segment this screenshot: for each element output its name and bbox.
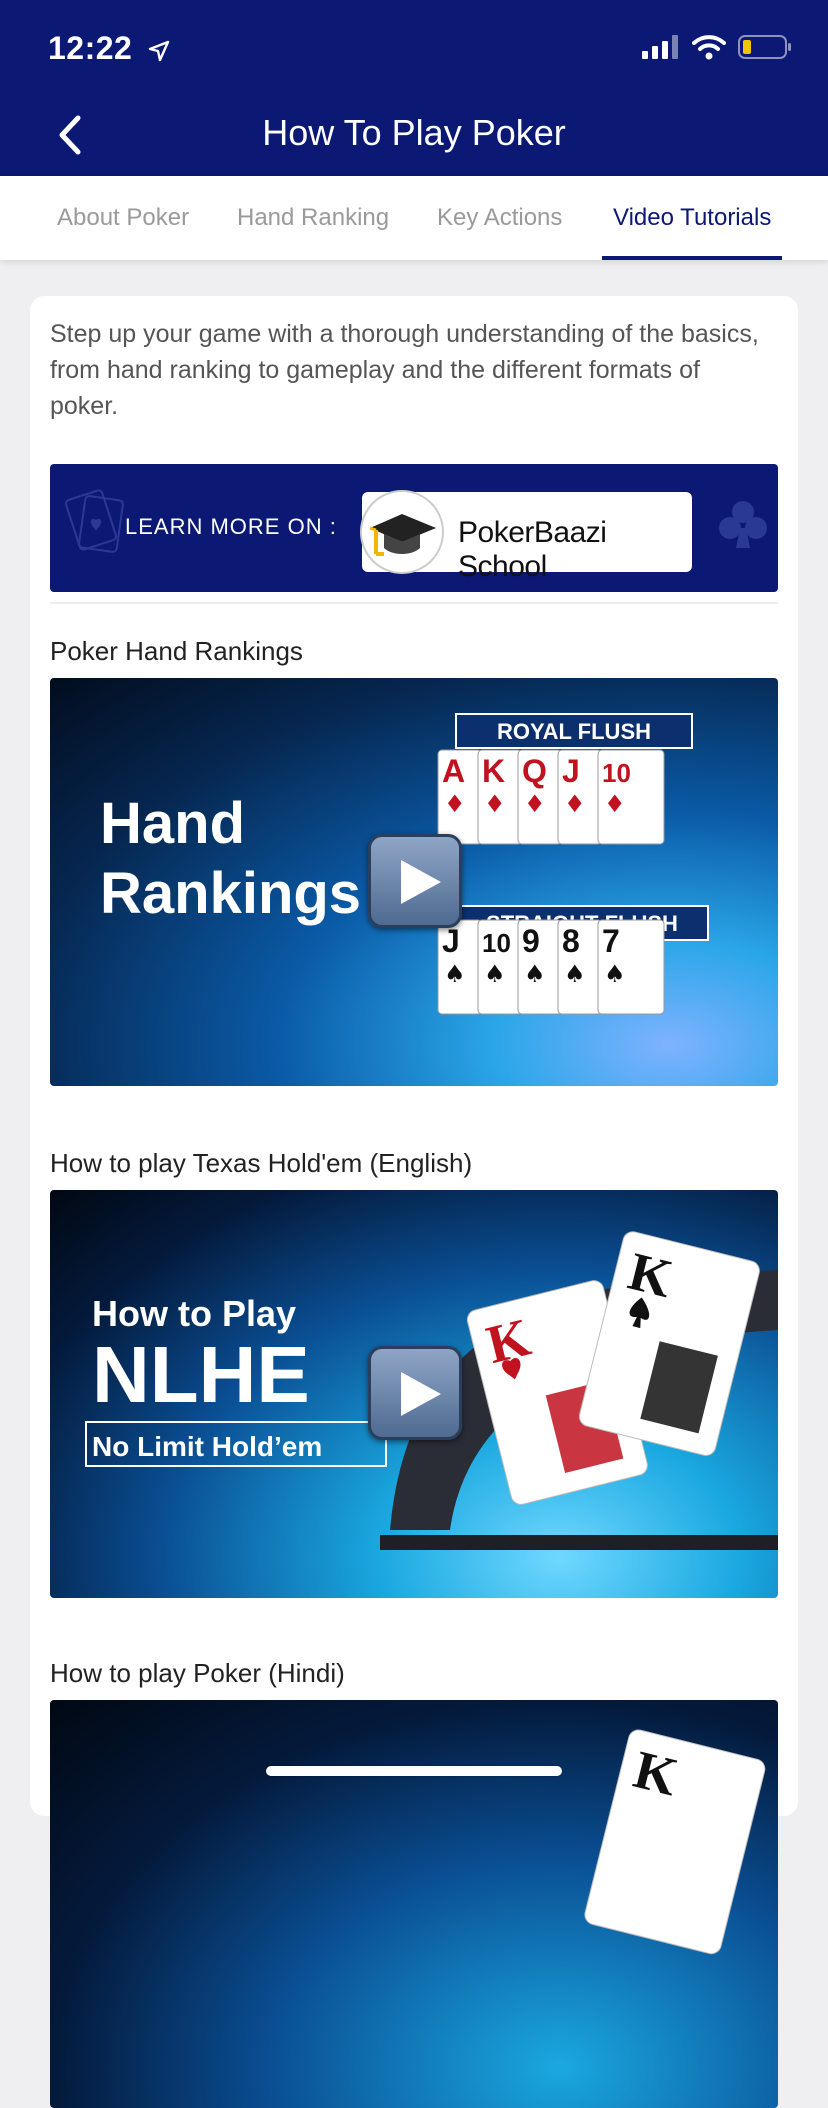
thumb-line2: Rankings bbox=[100, 861, 361, 926]
pokerbaazi-school-banner[interactable]: LEARN MORE ON : PokerBaazi School bbox=[50, 464, 778, 592]
divider bbox=[50, 602, 778, 604]
video-thumbnail-texas-holdem[interactable]: How to Play NLHE No Limit Hold’em K K bbox=[50, 1190, 778, 1598]
school-brand-name: PokerBaazi School bbox=[458, 516, 607, 583]
thumb-card-rank: Q bbox=[522, 753, 547, 789]
status-time: 12:22 bbox=[48, 30, 170, 67]
video-title-hand-rankings: Poker Hand Rankings bbox=[50, 636, 303, 666]
club-watermark-icon bbox=[719, 501, 767, 548]
video-thumbnail-hand-rankings[interactable]: Hand Rankings ROYAL FLUSH A♦K♦Q♦J♦10♦ ST… bbox=[50, 678, 778, 1086]
thumbnail-graphic: K bbox=[584, 1729, 766, 1955]
cellular-signal-icon bbox=[642, 35, 678, 59]
thumb-tag-royal-flush: ROYAL FLUSH bbox=[497, 719, 651, 744]
play-icon bbox=[401, 860, 441, 904]
tab-bar: About Poker Hand Ranking Key Actions Vid… bbox=[0, 176, 828, 260]
content-card: Step up your game with a thorough unders… bbox=[30, 296, 798, 2108]
thumb-line2: NLHE bbox=[92, 1330, 310, 1419]
spade-icon: ♠ bbox=[604, 960, 626, 988]
thumb-card-rank: K bbox=[482, 753, 505, 789]
intro-text: Step up your game with a thorough unders… bbox=[50, 320, 759, 420]
page-title: How To Play Poker bbox=[262, 112, 566, 153]
card-watermark-icon bbox=[64, 489, 124, 553]
diamond-icon: ♦ bbox=[564, 790, 586, 818]
diamond-icon: ♦ bbox=[444, 790, 466, 818]
banner-learn-more-text: LEARN MORE ON : bbox=[125, 514, 337, 539]
spade-icon: ♠ bbox=[484, 960, 506, 988]
battery-icon bbox=[738, 35, 791, 59]
thumb-card-rank: A bbox=[442, 753, 465, 789]
school-logo bbox=[360, 490, 444, 574]
app-header: 12:22 How To Play Poker bbox=[0, 0, 828, 176]
status-indicators bbox=[642, 34, 792, 60]
tab-video-tutorials[interactable]: Video Tutorials bbox=[613, 176, 771, 260]
thumb-card-rank: 7 bbox=[602, 923, 620, 959]
school-logo-box: PokerBaazi School bbox=[360, 490, 692, 583]
play-icon bbox=[401, 1372, 441, 1416]
video-title-poker-hindi: How to play Poker (Hindi) bbox=[50, 1658, 345, 1688]
thumb-card-rank: J bbox=[442, 923, 460, 959]
active-tab-indicator bbox=[602, 256, 782, 260]
tab-key-actions[interactable]: Key Actions bbox=[437, 176, 562, 260]
graduation-cap-icon bbox=[369, 514, 436, 556]
thumb-line3: No Limit Hold’em bbox=[92, 1431, 322, 1462]
spade-icon: ♠ bbox=[444, 960, 466, 988]
video-title-texas-holdem: How to play Texas Hold'em (English) bbox=[50, 1148, 473, 1178]
thumb-line1: Hand bbox=[100, 791, 245, 856]
play-button[interactable] bbox=[368, 834, 462, 928]
diamond-icon: ♦ bbox=[604, 790, 626, 818]
spade-icon: ♠ bbox=[524, 960, 546, 988]
video-thumbnail-poker-hindi[interactable]: K bbox=[50, 1700, 778, 2108]
wifi-icon bbox=[692, 35, 726, 60]
thumb-card-rank: 10 bbox=[602, 758, 631, 788]
thumb-card-rank: 9 bbox=[522, 923, 540, 959]
play-button[interactable] bbox=[368, 1346, 462, 1440]
location-arrow-icon bbox=[148, 40, 169, 61]
thumb-line1: How to Play bbox=[92, 1293, 296, 1334]
tab-hand-ranking[interactable]: Hand Ranking bbox=[237, 176, 389, 260]
thumb-card-rank: 10 bbox=[482, 928, 511, 958]
status-time-text: 12:22 bbox=[48, 30, 133, 66]
thumb-card-rank: J bbox=[562, 753, 580, 789]
spade-icon: ♠ bbox=[564, 960, 586, 988]
tab-about-poker[interactable]: About Poker bbox=[57, 176, 189, 260]
thumb-card-rank: 8 bbox=[562, 923, 580, 959]
home-indicator[interactable] bbox=[266, 1766, 562, 1776]
diamond-icon: ♦ bbox=[484, 790, 506, 818]
diamond-icon: ♦ bbox=[524, 790, 546, 818]
